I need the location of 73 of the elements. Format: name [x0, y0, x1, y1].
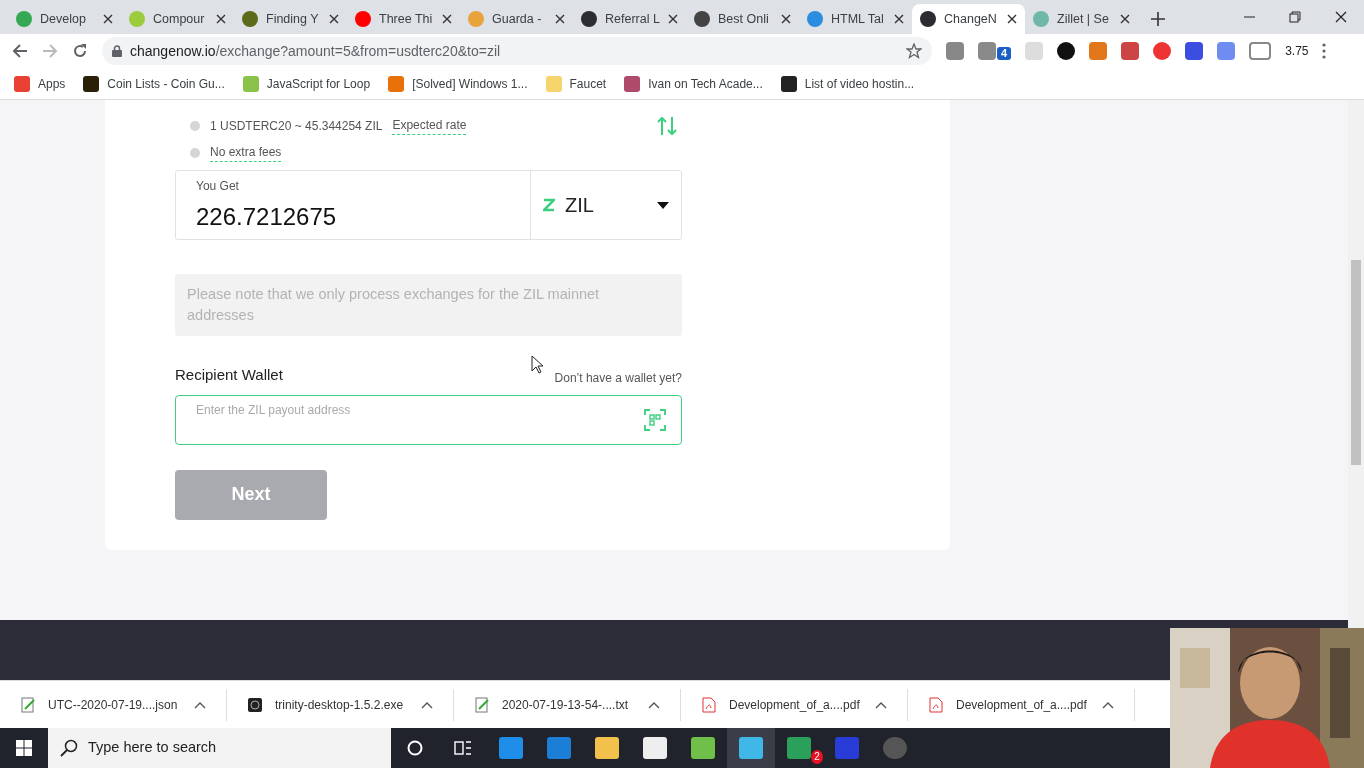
caret-icon[interactable]	[648, 700, 660, 709]
close-icon[interactable]	[1335, 11, 1347, 23]
restore-icon[interactable]	[1289, 11, 1301, 23]
extension-reading: 3.75	[1285, 43, 1309, 60]
close-icon[interactable]	[1007, 14, 1017, 24]
back-icon[interactable]	[12, 43, 28, 59]
browser-tab[interactable]: HTML Tal	[799, 4, 912, 34]
task-view-icon[interactable]	[454, 740, 472, 756]
close-icon[interactable]	[216, 14, 226, 24]
wallet-help-link[interactable]: Don’t have a wallet yet?	[554, 368, 682, 387]
lock-icon	[112, 45, 122, 57]
browser-tab[interactable]: Zillet | Se	[1025, 4, 1138, 34]
download-item[interactable]: UTC--2020-07-19....json	[0, 688, 227, 721]
close-icon[interactable]	[442, 14, 452, 24]
cortana-icon[interactable]	[407, 740, 423, 756]
search-field[interactable]: Type here to search	[48, 728, 391, 768]
star-icon[interactable]	[906, 43, 922, 59]
close-icon[interactable]	[329, 14, 339, 24]
download-item[interactable]: Development_of_a....pdf	[681, 688, 908, 721]
extension-badge: 4	[997, 47, 1012, 60]
bookmark[interactable]: [Solved] Windows 1...	[388, 74, 528, 93]
caret-icon[interactable]	[875, 700, 887, 709]
download-item[interactable]: 2020-07-19-13-54-....txt	[454, 688, 681, 721]
text-file-icon	[474, 696, 490, 713]
pdf-file-icon	[701, 696, 717, 713]
browser-tab[interactable]: Compour	[121, 4, 234, 34]
bookmark[interactable]: Apps	[14, 74, 66, 93]
cursor-icon	[531, 355, 543, 375]
download-item[interactable]: Development_of_a....pdf	[908, 688, 1135, 721]
rate-text: 1 USDTERC20 ~ 45.344254 ZIL	[210, 117, 383, 135]
windows-icon[interactable]	[16, 740, 32, 756]
bookmark[interactable]: Ivan on Tech Acade...	[624, 74, 763, 93]
caret-icon[interactable]	[1102, 700, 1114, 709]
browser-tab[interactable]: Three Thi	[347, 4, 460, 34]
app-file-icon	[247, 696, 263, 713]
close-icon[interactable]	[781, 14, 791, 24]
bookmark[interactable]: Faucet	[545, 74, 607, 93]
url-text: changenow.io/exchange?amount=5&from=usdterc20&to=zil	[130, 41, 502, 61]
notice-text: Please note that we only process exchanges for the ZIL mainnet addresses	[175, 274, 682, 336]
browser-tab[interactable]: Referral L	[573, 4, 686, 34]
bullet-icon	[190, 120, 200, 131]
bookmark[interactable]: Coin Lists - Coin Gu...	[83, 74, 225, 93]
browser-tab[interactable]: Finding Y	[234, 4, 347, 34]
field-label: Recipient Wallet	[175, 365, 283, 385]
scrollbar[interactable]	[1348, 100, 1364, 628]
close-icon[interactable]	[103, 14, 113, 24]
browser-tab[interactable]: Develop	[8, 4, 121, 34]
close-icon[interactable]	[1120, 14, 1130, 24]
extension-icon[interactable]	[1057, 42, 1076, 60]
search-icon	[60, 739, 78, 757]
download-item[interactable]: trinity-desktop-1.5.2.exe	[227, 688, 454, 721]
reload-icon[interactable]	[72, 43, 88, 59]
bookmark[interactable]: List of video hostin...	[780, 74, 915, 93]
fees-link[interactable]: No extra fees	[210, 143, 282, 162]
address-field[interactable]: Enter the ZIL payout address	[175, 394, 682, 445]
close-icon[interactable]	[894, 14, 904, 24]
address-bar[interactable]: changenow.io/exchange?amount=5&from=usdterc20&to=zil	[102, 37, 932, 65]
notification-badge: 2	[811, 750, 823, 764]
close-icon[interactable]	[555, 14, 565, 24]
extension-icon[interactable]	[1185, 42, 1204, 60]
new-tab-icon[interactable]	[1151, 12, 1165, 26]
caret-icon[interactable]	[421, 700, 433, 709]
more-icon[interactable]	[1322, 43, 1327, 59]
bookmark[interactable]: JavaScript for Loop	[242, 74, 371, 93]
close-icon[interactable]	[668, 14, 678, 24]
browser-tab[interactable]: Guarda -	[460, 4, 573, 34]
expected-rate-link[interactable]: Expected rate	[392, 116, 467, 135]
caret-icon[interactable]	[194, 700, 206, 709]
pdf-file-icon	[928, 696, 944, 713]
text-file-icon	[20, 696, 36, 713]
browser-tab[interactable]: Best Onli	[686, 4, 799, 34]
browser-tab[interactable]: ChangeN	[912, 4, 1025, 34]
bullet-icon	[190, 147, 200, 158]
